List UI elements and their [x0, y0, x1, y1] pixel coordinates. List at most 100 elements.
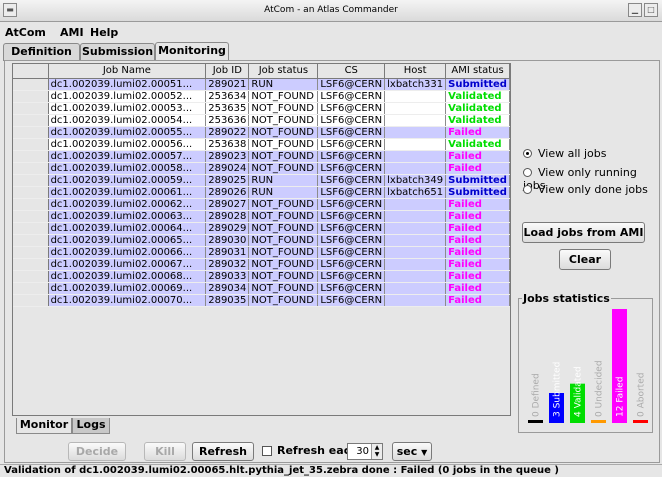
- table-row[interactable]: dc1.002039.lumi02.00070... 289035 NOT_FOUN…: [13, 294, 510, 307]
- stats-bar-aborted: [633, 420, 648, 421]
- empty-cell: [13, 342, 49, 354]
- time-unit-value: sec: [396, 445, 418, 458]
- tab-monitor[interactable]: Monitor: [16, 418, 72, 434]
- row-number-cell: [13, 150, 49, 163]
- tab-definition[interactable]: Definition: [3, 43, 80, 61]
- table-cell: [384, 162, 447, 175]
- empty-cell: [384, 342, 446, 354]
- table-cell: Failed: [445, 198, 510, 211]
- table-cell: LSF6@CERN: [317, 102, 386, 115]
- kill-button[interactable]: Kill: [144, 442, 186, 461]
- table-cell: NOT_FOUND: [248, 126, 319, 139]
- tab-logs[interactable]: Logs: [72, 418, 110, 434]
- table-cell: LSF6@CERN: [317, 126, 386, 139]
- table-cell: LSF6@CERN: [317, 258, 386, 271]
- menu-atcom[interactable]: AtCom: [5, 26, 46, 39]
- empty-cell: [248, 354, 318, 366]
- table-cell: Validated: [445, 114, 510, 127]
- row-number-cell: [13, 258, 49, 271]
- empty-cell: [384, 306, 446, 318]
- table-cell: Failed: [445, 162, 510, 175]
- column-header[interactable]: Job status: [248, 64, 319, 79]
- table-cell: [384, 246, 447, 259]
- table-row[interactable]: dc1.002039.lumi02.00054... 253636 NOT_FOUN…: [13, 114, 510, 127]
- tab-submission[interactable]: Submission: [80, 43, 155, 61]
- refresh-button[interactable]: Refresh: [192, 442, 254, 461]
- clear-button[interactable]: Clear: [559, 249, 611, 270]
- table-cell: [384, 234, 447, 247]
- table-cell: NOT_FOUND: [248, 222, 319, 235]
- table-cell: Failed: [445, 246, 510, 259]
- load-jobs-button[interactable]: Load jobs from AMI: [522, 222, 645, 243]
- empty-cell: [445, 354, 510, 366]
- minimize-icon[interactable]: ▁: [628, 3, 642, 17]
- table-cell: Failed: [445, 126, 510, 139]
- empty-cell: [445, 306, 510, 318]
- column-header[interactable]: AMI status: [445, 64, 510, 79]
- empty-cell: [317, 354, 385, 366]
- table-cell: 289031: [205, 246, 250, 259]
- spinner-arrows-icon[interactable]: ▲ ▼: [371, 444, 382, 459]
- table-cell: dc1.002039.lumi02.00057...: [48, 150, 207, 163]
- table-row[interactable]: dc1.002039.lumi02.00068... 289033 NOT_FOUN…: [13, 270, 510, 283]
- radio-view-all[interactable]: View all jobs: [523, 147, 606, 160]
- radio-view-done[interactable]: View only done jobs: [523, 183, 648, 196]
- table-cell: Failed: [445, 234, 510, 247]
- table-row[interactable]: dc1.002039.lumi02.00055... 289022 NOT_FOUN…: [13, 126, 510, 139]
- empty-row: [13, 342, 510, 354]
- menu-help[interactable]: Help: [90, 26, 118, 39]
- time-unit-select[interactable]: sec ▼: [392, 442, 432, 461]
- table-cell: NOT_FOUND: [248, 150, 319, 163]
- table-row[interactable]: dc1.002039.lumi02.00051... 289021 RUN LSF6@…: [13, 78, 510, 91]
- row-number-cell: [13, 210, 49, 223]
- table-cell: dc1.002039.lumi02.00054...: [48, 114, 207, 127]
- decide-button[interactable]: Decide: [68, 442, 126, 461]
- stats-bar-label: 0 Defined: [532, 373, 542, 417]
- table-cell: NOT_FOUND: [248, 294, 319, 307]
- column-header[interactable]: CS: [317, 64, 386, 79]
- table-cell: [384, 90, 447, 103]
- table-row[interactable]: dc1.002039.lumi02.00064... 289029 NOT_FOUN…: [13, 222, 510, 235]
- table-cell: dc1.002039.lumi02.00067...: [48, 258, 207, 271]
- jobs-table-scrollpane[interactable]: Job Name Job ID Job status CS Host AMI status…: [12, 63, 511, 416]
- column-header[interactable]: Job ID: [205, 64, 250, 79]
- table-cell: dc1.002039.lumi02.00063...: [48, 210, 207, 223]
- maximize-icon[interactable]: □: [644, 3, 658, 17]
- table-row[interactable]: dc1.002039.lumi02.00066... 289031 NOT_FOUN…: [13, 246, 510, 259]
- table-cell: Failed: [445, 270, 510, 283]
- refresh-interval-spinner[interactable]: 30 ▲ ▼: [347, 443, 383, 460]
- table-cell: dc1.002039.lumi02.00065...: [48, 234, 207, 247]
- empty-cell: [48, 366, 206, 378]
- stats-bar-label: 0 Aborted: [637, 373, 647, 417]
- row-number-cell: [13, 198, 49, 211]
- table-cell: Submitted: [445, 78, 510, 91]
- table-cell: dc1.002039.lumi02.00052...: [48, 90, 207, 103]
- table-cell: LSF6@CERN: [317, 198, 386, 211]
- table-row[interactable]: dc1.002039.lumi02.00067... 289032 NOT_FOUN…: [13, 258, 510, 271]
- table-cell: dc1.002039.lumi02.00055...: [48, 126, 207, 139]
- empty-cell: [317, 318, 385, 330]
- table-row[interactable]: dc1.002039.lumi02.00062... 289027 NOT_FOUN…: [13, 198, 510, 211]
- table-row[interactable]: dc1.002039.lumi02.00061... 289026 RUN LSF6@…: [13, 186, 510, 199]
- tab-monitoring[interactable]: Monitoring: [155, 42, 229, 61]
- table-row[interactable]: dc1.002039.lumi02.00053... 253635 NOT_FOUN…: [13, 102, 510, 115]
- row-number-header[interactable]: [13, 64, 49, 79]
- table-row[interactable]: dc1.002039.lumi02.00057... 289023 NOT_FOUN…: [13, 150, 510, 163]
- table-header: Job Name Job ID Job status CS Host AMI status: [13, 64, 510, 79]
- menu-ami[interactable]: AMI: [60, 26, 84, 39]
- refresh-each-checkbox[interactable]: [262, 446, 272, 456]
- row-number-cell: [13, 114, 49, 127]
- table-row[interactable]: dc1.002039.lumi02.00059... 289025 RUN LSF6@…: [13, 174, 510, 187]
- table-cell: [384, 126, 447, 139]
- table-row[interactable]: dc1.002039.lumi02.00056... 253638 NOT_FOUN…: [13, 138, 510, 151]
- column-header[interactable]: Job Name: [48, 64, 207, 79]
- table-row[interactable]: dc1.002039.lumi02.00052... 253634 NOT_FOUN…: [13, 90, 510, 103]
- table-cell: NOT_FOUND: [248, 138, 319, 151]
- table-row[interactable]: dc1.002039.lumi02.00069... 289034 NOT_FOUN…: [13, 282, 510, 295]
- column-header[interactable]: Host: [384, 64, 447, 79]
- row-number-cell: [13, 246, 49, 259]
- table-row[interactable]: dc1.002039.lumi02.00058... 289024 NOT_FOUN…: [13, 162, 510, 175]
- table-cell: dc1.002039.lumi02.00062...: [48, 198, 207, 211]
- table-row[interactable]: dc1.002039.lumi02.00063... 289028 NOT_FOUN…: [13, 210, 510, 223]
- table-row[interactable]: dc1.002039.lumi02.00065... 289030 NOT_FOUN…: [13, 234, 510, 247]
